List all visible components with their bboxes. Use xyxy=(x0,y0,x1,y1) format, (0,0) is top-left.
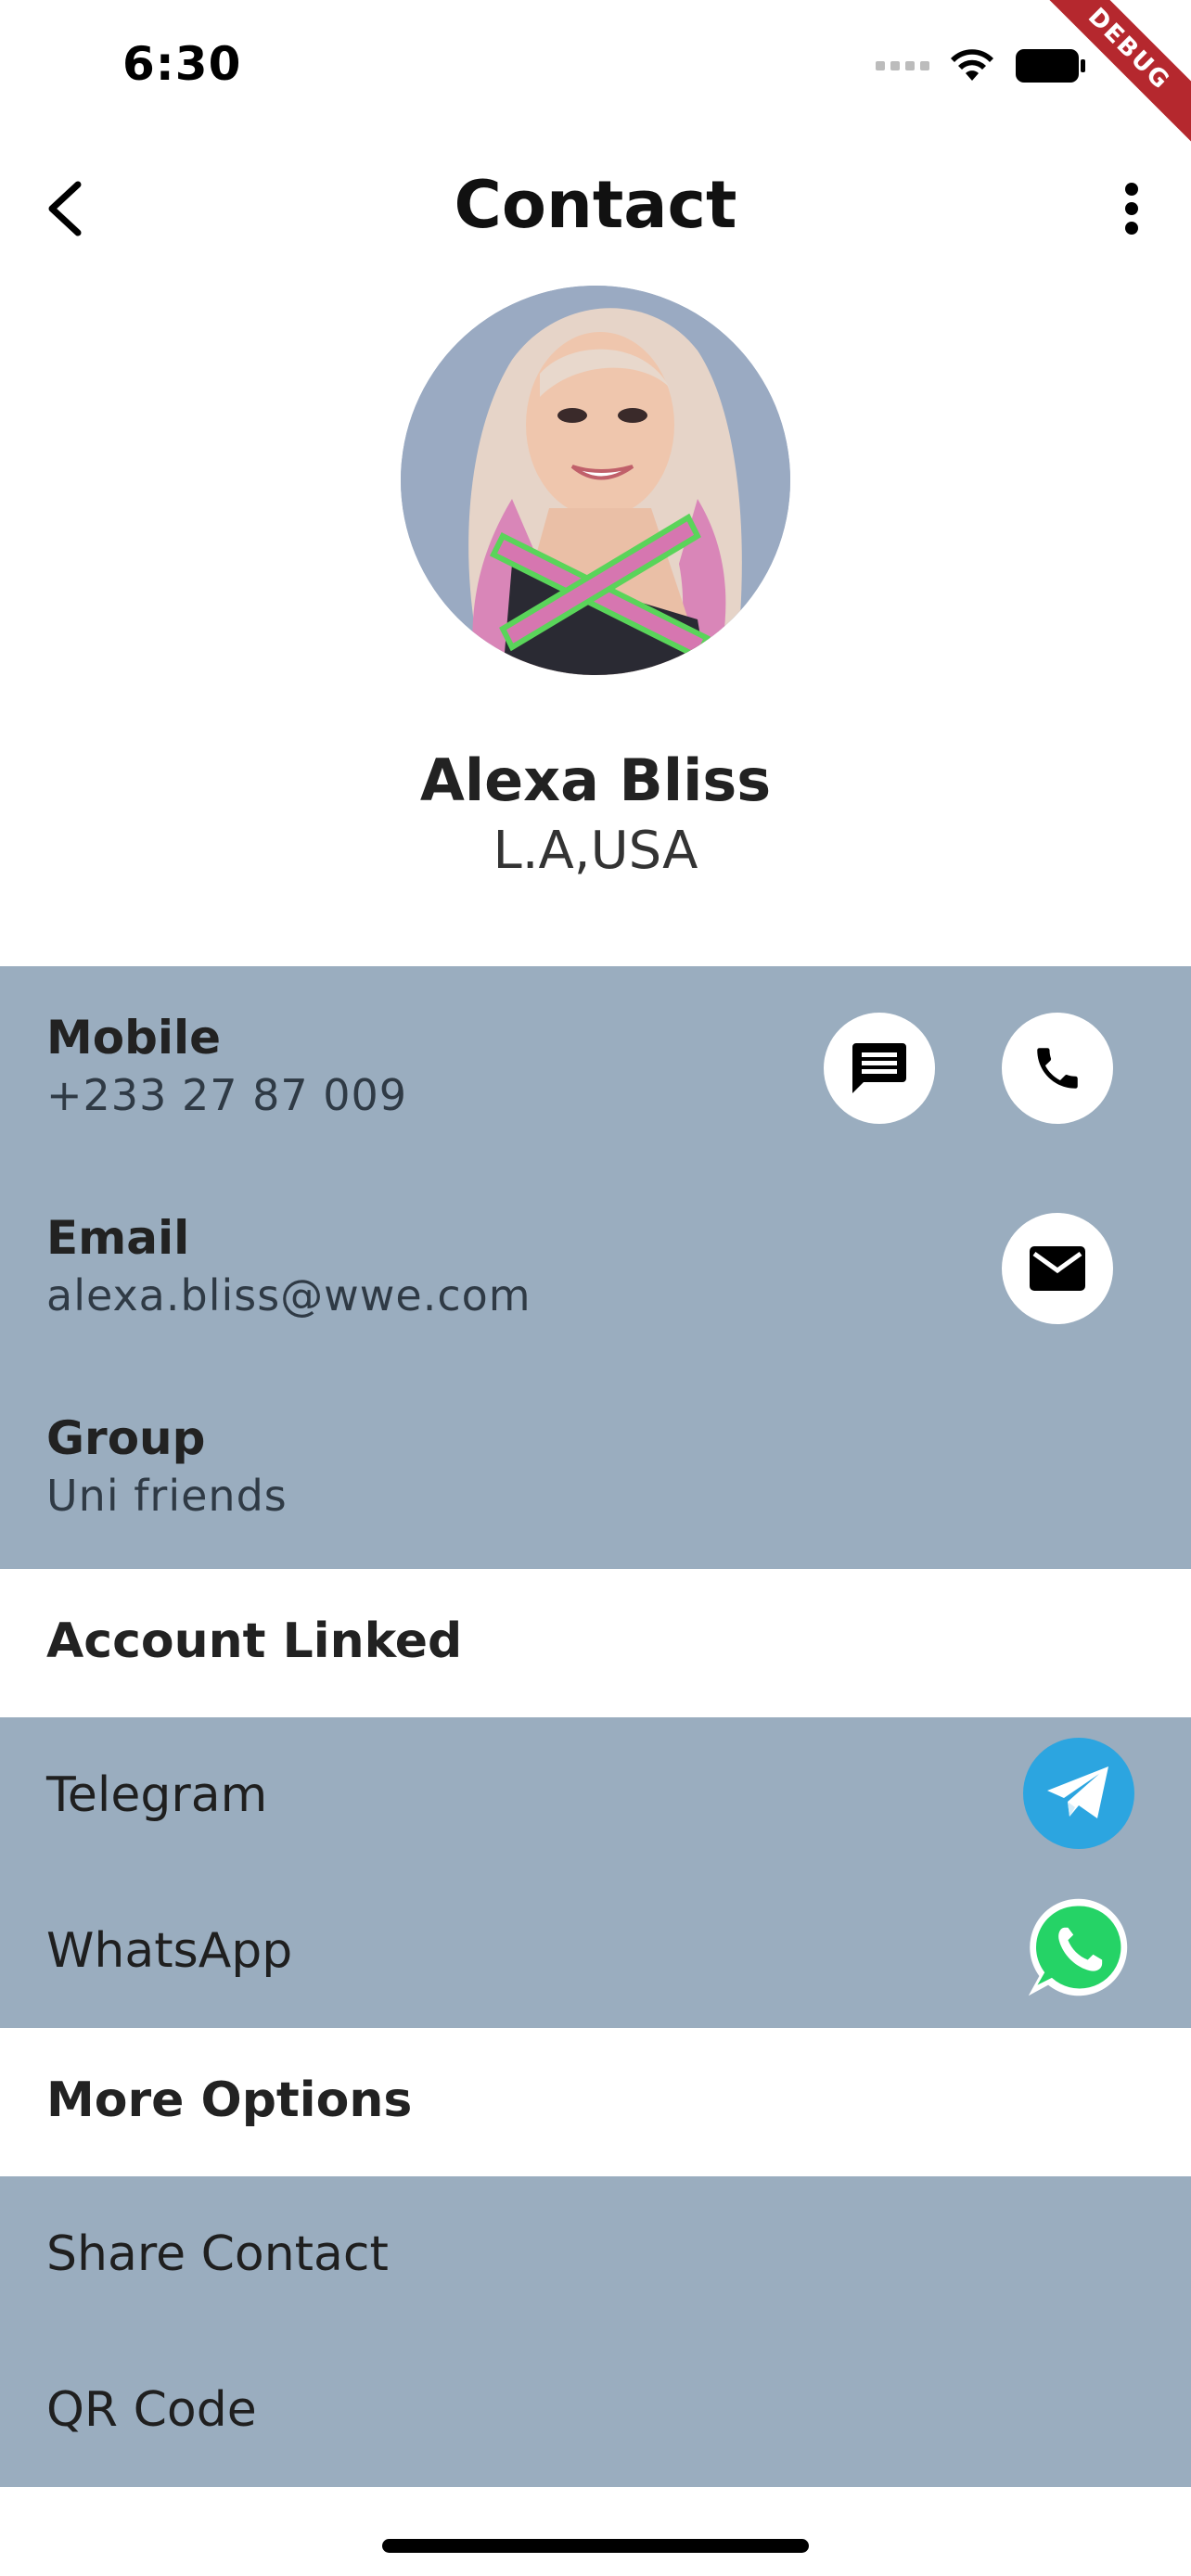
email-button[interactable] xyxy=(1002,1213,1113,1324)
account-linked-header: Account Linked xyxy=(0,1569,1191,1717)
telegram-row[interactable]: Telegram xyxy=(0,1717,1191,1873)
status-time: 6:30 xyxy=(122,37,242,91)
message-button[interactable] xyxy=(824,1013,935,1124)
status-indicators xyxy=(876,48,1087,83)
message-icon xyxy=(852,1043,906,1093)
contact-location: L.A,USA xyxy=(493,821,698,881)
share-contact-row[interactable]: Share Contact xyxy=(0,2176,1191,2332)
group-value: Uni friends xyxy=(46,1471,288,1521)
more-options-header: More Options xyxy=(0,2028,1191,2176)
mail-icon xyxy=(1030,1246,1085,1291)
mobile-label: Mobile xyxy=(46,1011,222,1065)
app-bar: Contact xyxy=(0,139,1191,278)
status-bar: 6:30 xyxy=(0,0,1191,139)
call-button[interactable] xyxy=(1002,1013,1113,1124)
mobile-value: +233 27 87 009 xyxy=(46,1070,408,1120)
more-options-section: Share Contact QR Code xyxy=(0,2176,1191,2487)
group-row[interactable]: Group Uni friends xyxy=(0,1367,1191,1569)
qr-code-row[interactable]: QR Code xyxy=(0,2332,1191,2487)
mobile-row[interactable]: Mobile +233 27 87 009 xyxy=(0,966,1191,1167)
qr-code-label: QR Code xyxy=(46,2382,257,2438)
more-vertical-icon xyxy=(1125,183,1138,235)
avatar xyxy=(401,286,790,675)
contact-details-section: Mobile +233 27 87 009 Email alexa.bliss@… xyxy=(0,966,1191,1569)
whatsapp-icon[interactable] xyxy=(1023,1892,1134,2003)
telegram-label: Telegram xyxy=(46,1767,268,1823)
group-label: Group xyxy=(46,1411,206,1465)
telegram-icon[interactable] xyxy=(1023,1738,1134,1849)
contact-name: Alexa Bliss xyxy=(419,746,772,814)
more-options-button[interactable] xyxy=(1095,172,1169,246)
whatsapp-row[interactable]: WhatsApp xyxy=(0,1873,1191,2028)
share-contact-label: Share Contact xyxy=(46,2226,389,2282)
wifi-icon xyxy=(950,49,994,83)
battery-icon xyxy=(1015,48,1087,83)
account-linked-heading: Account Linked xyxy=(46,1613,463,1669)
linked-accounts-section: Telegram WhatsApp xyxy=(0,1717,1191,2028)
cellular-signal-icon xyxy=(876,61,929,70)
home-indicator[interactable] xyxy=(382,2539,809,2553)
page-title: Contact xyxy=(454,167,737,243)
email-label: Email xyxy=(46,1211,190,1265)
more-options-heading: More Options xyxy=(46,2072,413,2128)
email-value: alexa.bliss@wwe.com xyxy=(46,1270,531,1320)
phone-icon xyxy=(1037,1048,1078,1089)
email-row[interactable]: Email alexa.bliss@wwe.com xyxy=(0,1167,1191,1367)
whatsapp-label: WhatsApp xyxy=(46,1923,293,1979)
